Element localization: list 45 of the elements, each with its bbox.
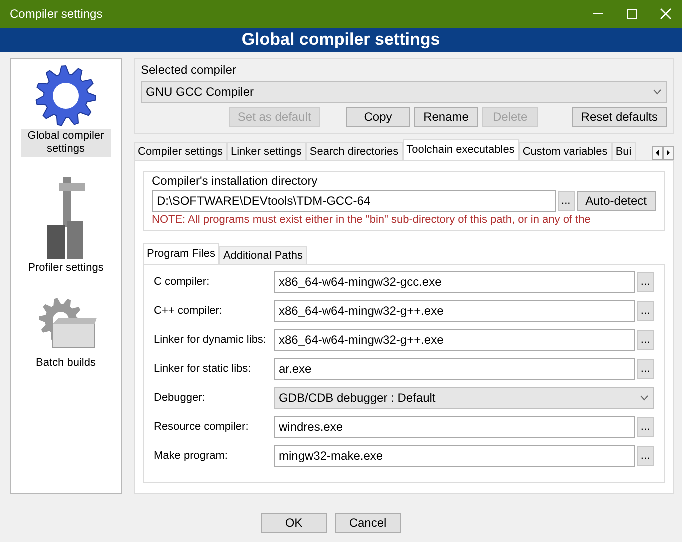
tab[interactable]: Additional Paths <box>219 246 307 264</box>
toolbar-button[interactable]: Rename <box>414 107 478 127</box>
toolbar-button[interactable]: Reset defaults <box>572 107 667 127</box>
tab[interactable]: Toolchain executables <box>402 139 519 160</box>
sidebar-item[interactable]: Profiler settings <box>21 261 111 276</box>
sidebar-item[interactable]: Batch builds <box>21 356 111 371</box>
auto-detect-button[interactable]: Auto-detect <box>576 191 656 211</box>
browse-button[interactable]: ... <box>637 300 654 320</box>
input-field[interactable]: ar.exe <box>274 358 635 380</box>
tab[interactable]: Custom variables <box>518 142 612 160</box>
path-field[interactable]: D:\SOFTWARE\DEVtools\TDM-GCC-64 <box>152 190 556 212</box>
field-label: Linker for static libs: <box>154 362 252 374</box>
input-field[interactable]: x86_64-w64-mingw32-gcc.exe <box>274 270 635 292</box>
field-label: Make program: <box>154 450 229 462</box>
browse-button[interactable]: ... <box>637 358 654 378</box>
note-text: NOTE: All programs must exist either in the "bin" sub-directory of this path, or in any of the <box>152 214 592 226</box>
window-title: Compiler settings <box>10 7 104 21</box>
field-label: Debugger: <box>154 392 206 404</box>
field-label: Linker for dynamic libs: <box>154 334 268 346</box>
group-label: Compiler's installation directory <box>152 174 319 188</box>
browse-button[interactable]: ... <box>558 191 575 211</box>
tab[interactable]: Linker settings <box>226 142 306 160</box>
tab[interactable]: Compiler settings <box>134 142 227 160</box>
input-field[interactable]: windres.exe <box>274 416 635 438</box>
input-field[interactable]: x86_64-w64-mingw32-g++.exe <box>274 328 635 350</box>
compiler-dropdown[interactable]: GNU GCC Compiler <box>141 81 667 103</box>
dialog-button[interactable]: Cancel <box>335 513 401 533</box>
debugger-dropdown[interactable]: GDB/CDB debugger : Default <box>274 386 654 408</box>
browse-button[interactable]: ... <box>637 330 654 350</box>
tab[interactable]: Program Files <box>143 243 220 264</box>
browse-button[interactable]: ... <box>637 272 654 292</box>
field-label: C compiler: <box>154 276 211 288</box>
field-label: C++ compiler: <box>154 304 224 316</box>
tab[interactable]: Bui <box>612 142 636 160</box>
header-title: Global compiler settings <box>242 30 440 49</box>
input-field[interactable]: mingw32-make.exe <box>274 444 635 466</box>
sidebar-item[interactable]: Global compiler settings <box>21 129 111 157</box>
browse-button[interactable]: ... <box>637 416 654 436</box>
dialog-button[interactable]: OK <box>261 513 327 533</box>
field-label: Resource compiler: <box>154 420 250 432</box>
input-field[interactable]: x86_64-w64-mingw32-g++.exe <box>274 300 635 322</box>
group-label: Selected compiler <box>141 63 238 77</box>
tab[interactable]: Search directories <box>306 142 403 160</box>
browse-button[interactable]: ... <box>637 446 654 466</box>
toolbar-button[interactable]: Copy <box>346 107 410 127</box>
